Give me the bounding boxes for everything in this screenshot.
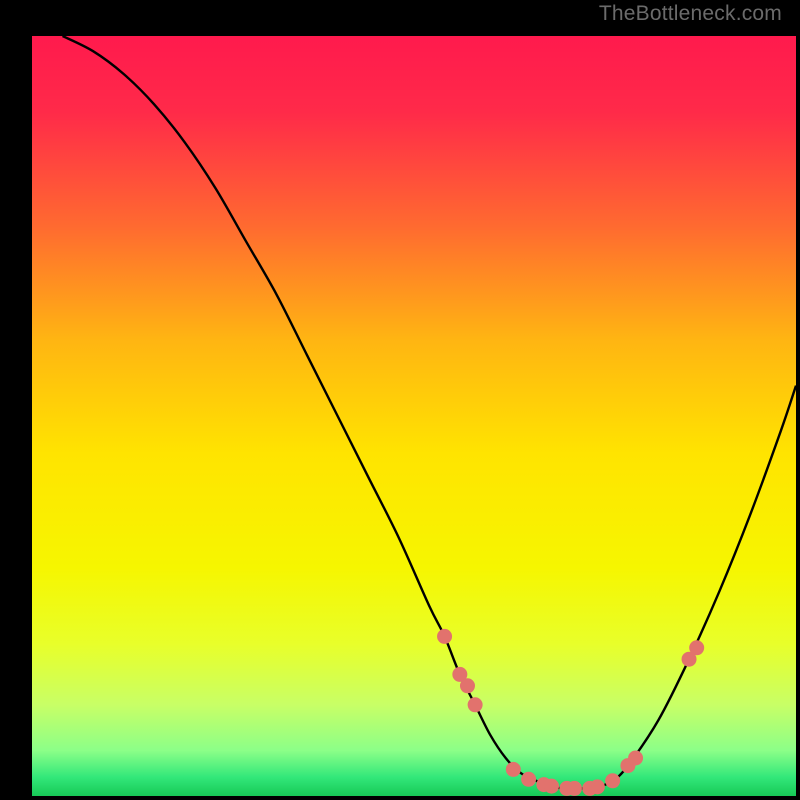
outer-frame (14, 14, 786, 786)
highlight-marker (544, 779, 559, 794)
highlight-marker (567, 781, 582, 796)
highlight-marker (506, 762, 521, 777)
gradient-background (32, 36, 796, 796)
highlight-marker (605, 773, 620, 788)
highlight-marker (468, 697, 483, 712)
watermark-text: TheBottleneck.com (599, 2, 782, 26)
highlight-marker (590, 779, 605, 794)
highlight-marker (437, 629, 452, 644)
highlight-marker (689, 640, 704, 655)
highlight-marker (460, 678, 475, 693)
bottleneck-chart (32, 36, 796, 796)
highlight-marker (628, 751, 643, 766)
highlight-marker (521, 772, 536, 787)
